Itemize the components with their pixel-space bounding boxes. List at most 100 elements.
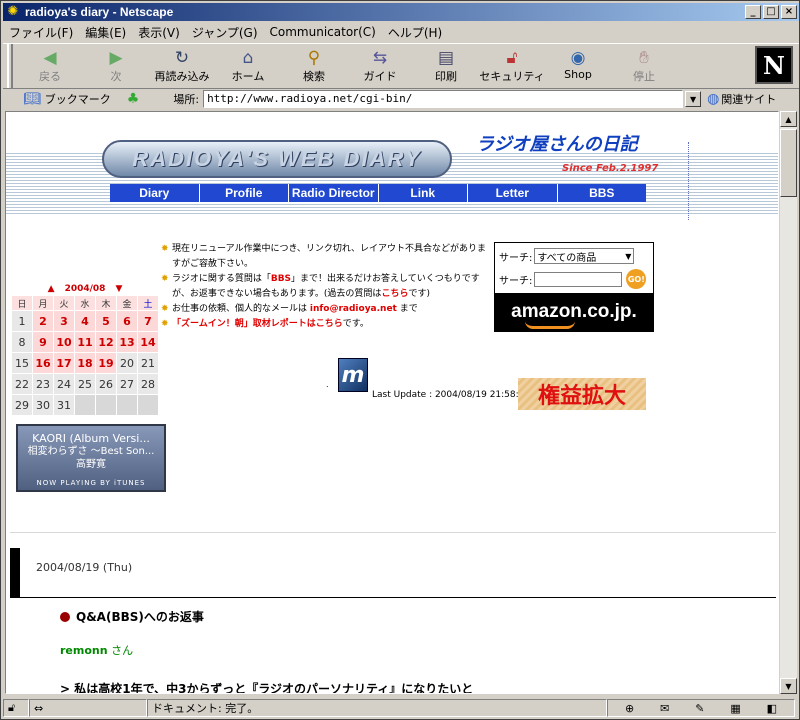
scroll-thumb[interactable] <box>780 129 797 197</box>
calendar-day[interactable]: 12 <box>96 332 116 352</box>
calendar-day[interactable]: 9 <box>33 332 53 352</box>
calendar-prev-icon[interactable]: ▲ <box>48 284 55 294</box>
menu-go[interactable]: ジャンプ(G) <box>186 24 264 41</box>
nav-profile[interactable]: Profile <box>199 184 288 202</box>
calendar-day: 21 <box>138 353 158 373</box>
reload-button[interactable]: ↻ 再読み込み <box>149 44 215 88</box>
report-link[interactable]: こちら <box>316 319 343 329</box>
address-book-icon[interactable]: ▦ <box>730 702 740 715</box>
calendar-day[interactable]: 18 <box>75 353 95 373</box>
composer-icon[interactable]: ✎ <box>695 702 704 715</box>
scroll-up-button[interactable]: ▲ <box>780 111 797 127</box>
forward-button[interactable]: ▶ 次 <box>83 44 149 88</box>
vertical-scrollbar[interactable]: ▲ ▼ <box>779 111 797 694</box>
menu-edit[interactable]: 編集(E) <box>79 24 132 41</box>
close-button[interactable]: × <box>781 5 797 19</box>
url-input[interactable]: http://www.radioya.net/cgi-bin/ <box>203 90 684 108</box>
lock-icon: 🔓︎ <box>506 48 518 68</box>
menu-communicator[interactable]: Communicator(C) <box>264 25 382 39</box>
notice-q-text1: ラジオに関する質問は「 <box>172 274 271 284</box>
home-button[interactable]: ⌂ ホーム <box>215 44 281 88</box>
nav-link[interactable]: Link <box>378 184 467 202</box>
past-questions-link[interactable]: こちら <box>381 289 408 299</box>
notice-block: 現在リニューアル作業中につき、リンク切れ、レイアウト不具合などがありますがご容赦… <box>161 242 486 332</box>
navigator-icon[interactable]: ⊕ <box>625 702 634 715</box>
since-date: Since Feb.2.1997 <box>562 163 659 174</box>
nav-letter[interactable]: Letter <box>468 184 557 202</box>
security-button[interactable]: 🔓︎ セキュリティ <box>479 44 545 88</box>
nav-radio-director[interactable]: Radio Director <box>289 184 378 202</box>
nav-diary[interactable]: Diary <box>110 184 199 202</box>
minimize-button[interactable]: _ <box>745 5 761 19</box>
back-label: 戻る <box>39 70 61 83</box>
menu-view[interactable]: 表示(V) <box>132 24 186 41</box>
toolbar-grip[interactable] <box>7 44 13 88</box>
newsgroups-icon[interactable]: ◧ <box>767 702 777 715</box>
calendar-day: 29 <box>12 395 32 415</box>
location-toolbar: 📖︎ ブックマーク ♣ 場所: http://www.radioya.net/cg… <box>3 89 799 109</box>
amazon-go-button[interactable]: GO! <box>626 269 647 289</box>
bbs-link[interactable]: BBS <box>271 274 291 284</box>
calendar-grid: 日月火水木金土 1 2 3 4 5 6 7 8 9 10 11 12 13 14 15 16 17 18 19 20 21… <box>12 296 158 415</box>
m-logo[interactable]: m <box>338 358 368 392</box>
itunes-now-playing[interactable]: KAORI (Album Versi... 相変わらずさ ～Best Son..… <box>16 424 166 492</box>
menu-file[interactable]: ファイル(F) <box>3 24 79 41</box>
page-proxy-icon[interactable]: ♣ <box>127 91 140 107</box>
shop-button[interactable]: ◉ Shop <box>545 44 611 88</box>
bookmarks-button[interactable]: 📖︎ ブックマーク <box>23 91 111 107</box>
connection-icon: ⇔ <box>34 701 44 715</box>
search-button[interactable]: ⚲ 検索 <box>281 44 347 88</box>
scroll-down-button[interactable]: ▼ <box>780 678 797 694</box>
calendar-day[interactable]: 5 <box>96 311 116 331</box>
maximize-button[interactable]: □ <box>763 5 779 19</box>
amazon-logo[interactable]: amazon.co.jp. <box>495 293 653 331</box>
related-sites-button[interactable]: ◍ 関連サイト <box>707 91 776 107</box>
calendar-dow: 金 <box>117 296 137 310</box>
window-title: radioya's diary - Netscape <box>25 5 174 19</box>
calendar-day[interactable]: 13 <box>117 332 137 352</box>
bullet-icon <box>60 611 70 622</box>
url-dropdown-button[interactable]: ▼ <box>685 91 702 107</box>
navigation-toolbar: ◀ 戻る ▶ 次 ↻ 再読み込み ⌂ ホーム ⚲ 検索 ⇆ ガイド ▤ 印刷 🔓︎ セキュリティ… <box>3 43 799 89</box>
calendar-day[interactable]: 11 <box>75 332 95 352</box>
calendar-dow: 日 <box>12 296 32 310</box>
calendar-day[interactable]: 19 <box>96 353 116 373</box>
shop-label: Shop <box>564 68 592 81</box>
calendar-day: 1 <box>12 311 32 331</box>
nav-bbs[interactable]: BBS <box>557 184 646 202</box>
guide-button[interactable]: ⇆ ガイド <box>347 44 413 88</box>
stop-button[interactable]: ✋︎ 停止 <box>611 44 677 88</box>
calendar-day[interactable]: 7 <box>138 311 158 331</box>
print-button[interactable]: ▤ 印刷 <box>413 44 479 88</box>
email-link[interactable]: info@radioya.net <box>310 304 397 314</box>
itunes-track: KAORI (Album Versi... <box>32 432 150 445</box>
related-sites-label: 関連サイト <box>721 93 777 106</box>
mail-icon[interactable]: ✉ <box>660 702 669 715</box>
separator-dot: . <box>326 380 329 389</box>
calendar-next-icon[interactable]: ▼ <box>115 284 122 294</box>
calendar-day[interactable]: 17 <box>54 353 74 373</box>
security-status-icon[interactable]: 🔓︎ <box>3 699 29 717</box>
calendar-empty-cell <box>138 395 158 415</box>
guide-signpost-icon: ⇆ <box>372 48 388 68</box>
calendar-empty-cell <box>75 395 95 415</box>
netscape-logo[interactable]: N <box>755 46 793 84</box>
calendar-day[interactable]: 2 <box>33 311 53 331</box>
calendar-day[interactable]: 10 <box>54 332 74 352</box>
entry-author: remonn さん <box>60 642 133 658</box>
connection-status: ⇔ <box>29 699 147 717</box>
calendar-day[interactable]: 4 <box>75 311 95 331</box>
title-bar: ✺ radioya's diary - Netscape _ □ × <box>3 3 799 21</box>
amazon-category-select[interactable]: すべての商品 ▼ <box>534 248 635 264</box>
calendar-day: 8 <box>12 332 32 352</box>
menu-help[interactable]: ヘルプ(H) <box>382 24 448 41</box>
banner-kenekikakudai[interactable]: 権益拡大 <box>518 378 646 410</box>
back-button[interactable]: ◀ 戻る <box>17 44 83 88</box>
forward-label: 次 <box>110 70 122 83</box>
calendar-day[interactable]: 3 <box>54 311 74 331</box>
calendar-day[interactable]: 16 <box>33 353 53 373</box>
calendar-day[interactable]: 6 <box>117 311 137 331</box>
calendar-day[interactable]: 14 <box>138 332 158 352</box>
calendar-day: 27 <box>117 374 137 394</box>
amazon-keyword-input[interactable] <box>534 271 623 287</box>
